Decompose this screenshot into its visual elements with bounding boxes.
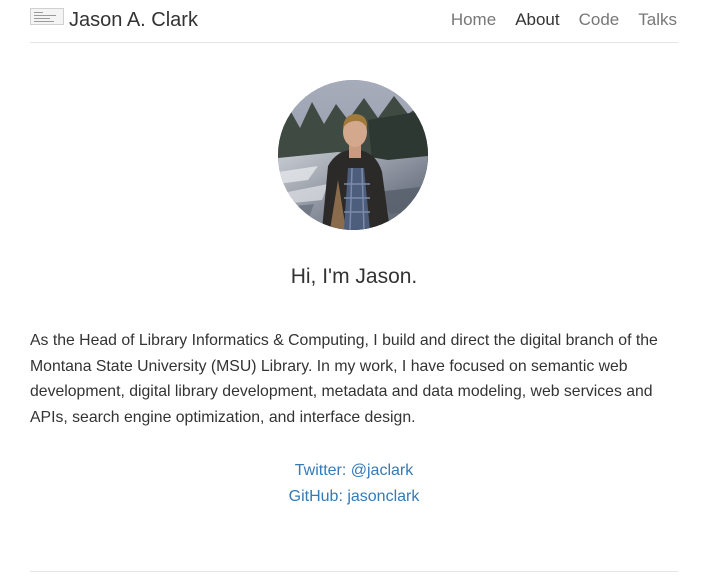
nav-item-talks[interactable]: Talks	[638, 8, 677, 32]
nav-item-about[interactable]: About	[515, 8, 559, 32]
site-logo[interactable]	[30, 8, 64, 25]
nav-item-home[interactable]: Home	[451, 8, 496, 32]
main-nav: Home About Code Talks	[451, 8, 677, 32]
bio-paragraph: As the Head of Library Informatics & Com…	[30, 332, 658, 426]
social-links: Twitter: @jaclark GitHub: jasonclark	[30, 458, 678, 510]
site-title-link[interactable]: Jason A. Clark	[69, 7, 198, 33]
page-container: Jason A. Clark Home About Code Talks Hi,…	[30, 0, 678, 578]
github-link[interactable]: GitHub: jasonclark	[289, 488, 420, 505]
nav-item-code[interactable]: Code	[579, 8, 620, 32]
profile-photo	[278, 80, 428, 230]
site-header: Jason A. Clark Home About Code Talks	[30, 0, 678, 43]
footer-divider	[30, 571, 678, 572]
page-greeting: Hi, I'm Jason.	[290, 265, 418, 288]
twitter-link[interactable]: Twitter: @jaclark	[295, 462, 413, 479]
